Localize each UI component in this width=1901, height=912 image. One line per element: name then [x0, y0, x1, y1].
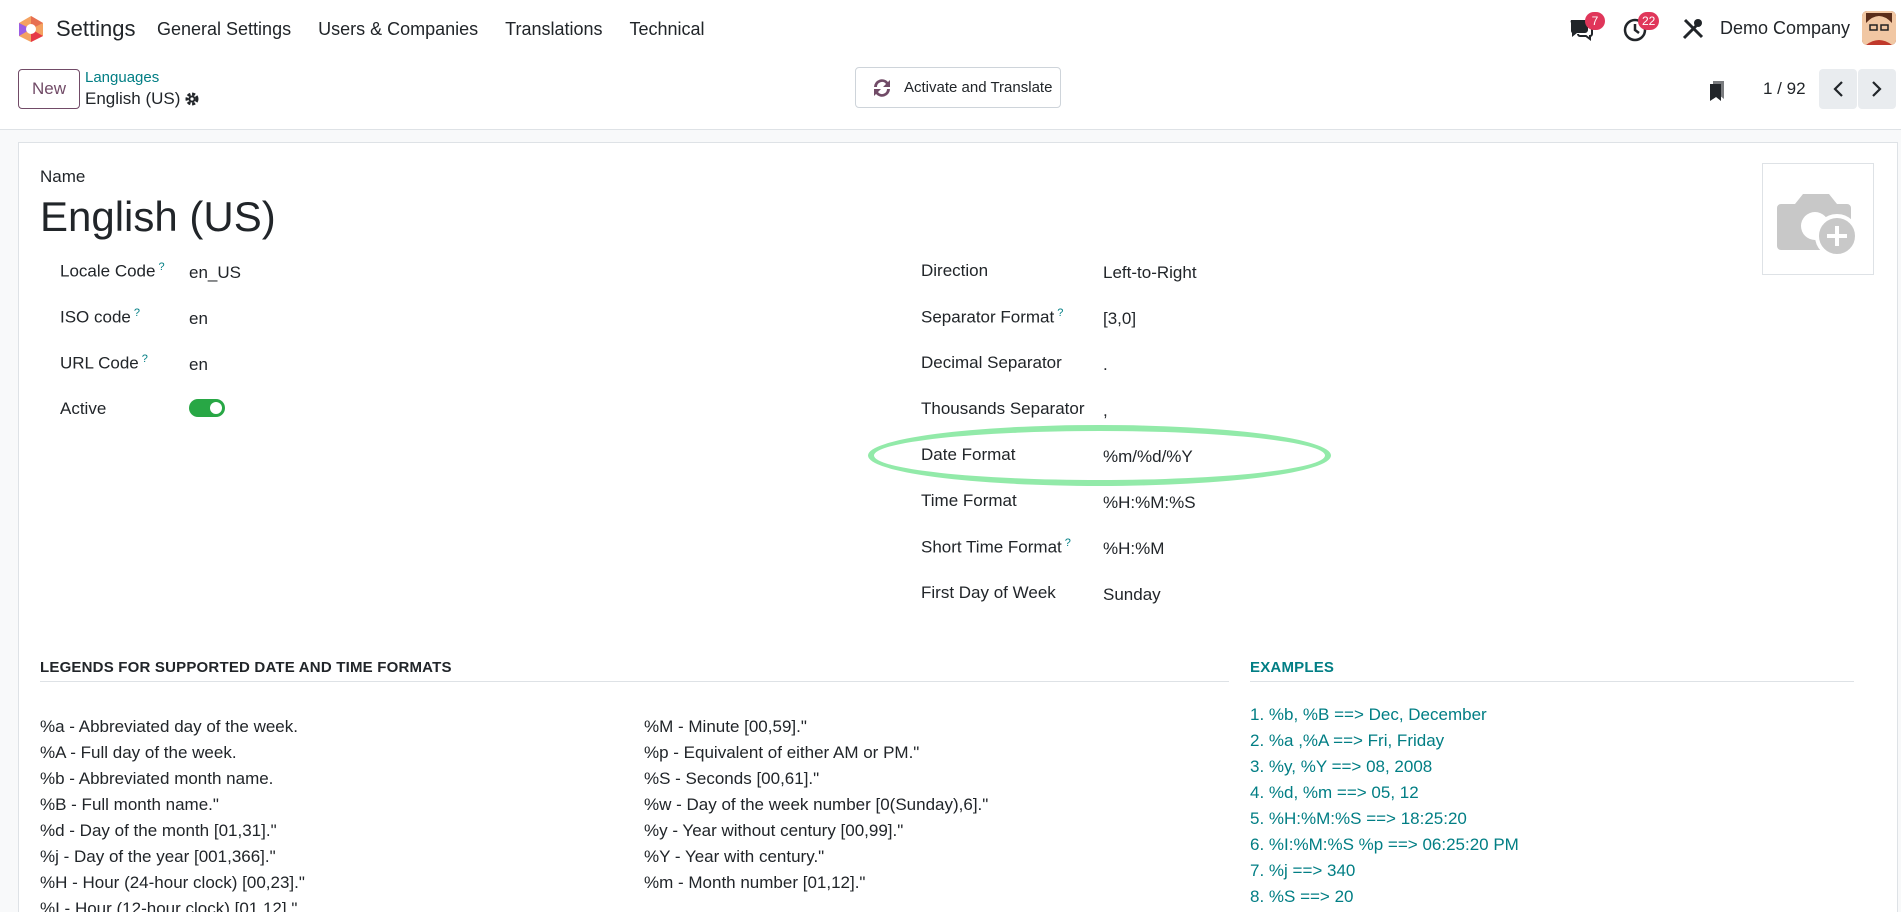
menu-translations[interactable]: Translations: [505, 19, 602, 40]
separator-format-field[interactable]: [3,0]: [1103, 309, 1136, 329]
legend-line: %m - Month number [01,12].": [644, 873, 866, 892]
gear-icon[interactable]: [184, 91, 200, 107]
debug-tools-icon[interactable]: [1680, 16, 1706, 42]
odoo-logo-icon[interactable]: [17, 15, 45, 43]
refresh-icon: [874, 78, 890, 97]
iso-code-label: ISO code?: [60, 307, 140, 327]
bookmark-icon[interactable]: [1708, 80, 1726, 102]
form-sheet: Name English (US) Locale Code? en_US ISO…: [18, 142, 1898, 912]
time-format-field[interactable]: %H:%M:%S: [1103, 493, 1196, 513]
chevron-left-icon: [1833, 81, 1843, 97]
direction-label: Direction: [921, 261, 989, 280]
legend-line: %B - Full month name.": [40, 795, 219, 814]
url-code-field[interactable]: en: [189, 355, 208, 375]
short-time-format-field[interactable]: %H:%M: [1103, 539, 1164, 559]
legends-title: LEGENDS FOR SUPPORTED DATE AND TIME FORM…: [40, 659, 452, 676]
help-tooltip-icon[interactable]: ?: [134, 307, 140, 319]
help-tooltip-icon[interactable]: ?: [1057, 307, 1063, 319]
control-panel: New Languages English (US) Activate and …: [0, 58, 1901, 130]
thousands-separator-label: Thousands Separator: [921, 399, 1085, 418]
legend-line: %I - Hour (12-hour clock) [01,12].": [40, 899, 298, 912]
legend-line: %M - Minute [00,59].": [644, 717, 807, 736]
first-day-of-week-field[interactable]: Sunday: [1103, 585, 1161, 605]
example-item: 1. %b, %B ==> Dec, December: [1250, 705, 1487, 724]
locale-code-label: Locale Code?: [60, 261, 165, 281]
time-format-label: Time Format: [921, 491, 1017, 510]
user-avatar[interactable]: [1862, 11, 1896, 45]
help-tooltip-icon[interactable]: ?: [1065, 537, 1071, 549]
legend-line: %y - Year without century [00,99].": [644, 821, 904, 840]
pager-previous-button[interactable]: [1819, 69, 1857, 109]
url-code-label: URL Code?: [60, 353, 148, 373]
separator-format-label: Separator Format?: [921, 307, 1064, 327]
chevron-right-icon: [1872, 81, 1882, 97]
legend-line: %d - Day of the month [01,31].": [40, 821, 277, 840]
legend-line: %w - Day of the week number [0(Sunday),6…: [644, 795, 989, 814]
example-item: 4. %d, %m ==> 05, 12: [1250, 783, 1419, 802]
examples-title: EXAMPLES: [1250, 659, 1335, 676]
example-item: 6. %I:%M:%S %p ==> 06:25:20 PM: [1250, 835, 1519, 854]
locale-code-field[interactable]: en_US: [189, 263, 241, 283]
menu-users-companies[interactable]: Users & Companies: [318, 19, 478, 40]
pager-next-button[interactable]: [1858, 69, 1896, 109]
name-input[interactable]: English (US): [40, 193, 276, 241]
examples-divider: [1250, 681, 1854, 682]
messages-badge: 7: [1585, 12, 1605, 30]
company-switcher[interactable]: Demo Company: [1720, 18, 1850, 39]
menu-general-settings[interactable]: General Settings: [157, 19, 291, 40]
thousands-separator-field[interactable]: ,: [1103, 401, 1108, 421]
legend-line: %j - Day of the year [001,366].": [40, 847, 276, 866]
activate-translate-button[interactable]: Activate and Translate: [855, 67, 1061, 108]
user-avatar-icon: [1862, 11, 1896, 45]
pager-value[interactable]: 1 / 92: [1763, 79, 1806, 99]
legends-divider: [40, 681, 1229, 682]
activities-badge: 22: [1638, 12, 1660, 30]
help-tooltip-icon[interactable]: ?: [142, 353, 148, 365]
example-item: 7. %j ==> 340: [1250, 861, 1356, 880]
short-time-format-label: Short Time Format?: [921, 537, 1071, 557]
legend-line: %p - Equivalent of either AM or PM.": [644, 743, 920, 762]
example-item: 5. %H:%M:%S ==> 18:25:20: [1250, 809, 1467, 828]
camera-add-icon: [1777, 194, 1859, 258]
menu-technical[interactable]: Technical: [630, 19, 705, 40]
iso-code-field[interactable]: en: [189, 309, 208, 329]
active-label: Active: [60, 399, 107, 418]
decimal-separator-field[interactable]: .: [1103, 355, 1108, 375]
flag-image-field[interactable]: [1762, 163, 1874, 275]
help-tooltip-icon[interactable]: ?: [158, 261, 164, 273]
legend-line: %b - Abbreviated month name.: [40, 769, 274, 788]
active-toggle[interactable]: [189, 399, 225, 417]
breadcrumb-languages[interactable]: Languages: [85, 69, 159, 86]
first-day-of-week-label: First Day of Week: [921, 583, 1056, 602]
top-menu: General Settings Users & Companies Trans…: [157, 19, 732, 40]
main-navbar: Settings General Settings Users & Compan…: [0, 0, 1901, 58]
example-item: 8. %S ==> 20: [1250, 887, 1354, 906]
example-item: 2. %a ,%A ==> Fri, Friday: [1250, 731, 1445, 750]
date-format-highlight: [868, 425, 1331, 486]
legend-line: %H - Hour (24-hour clock) [00,23].": [40, 873, 305, 892]
app-name[interactable]: Settings: [56, 16, 136, 42]
name-label: Name: [40, 167, 86, 186]
legend-line: %Y - Year with century.": [644, 847, 825, 866]
legend-line: %S - Seconds [00,61].": [644, 769, 820, 788]
direction-field[interactable]: Left-to-Right: [1103, 263, 1197, 283]
breadcrumb-current: English (US): [85, 89, 181, 108]
new-button[interactable]: New: [18, 69, 80, 109]
legend-line: %A - Full day of the week.: [40, 743, 237, 762]
decimal-separator-label: Decimal Separator: [921, 353, 1062, 372]
activate-translate-label: Activate and Translate: [904, 79, 1053, 96]
legend-line: %a - Abbreviated day of the week.: [40, 717, 298, 736]
example-item: 3. %y, %Y ==> 08, 2008: [1250, 757, 1433, 776]
